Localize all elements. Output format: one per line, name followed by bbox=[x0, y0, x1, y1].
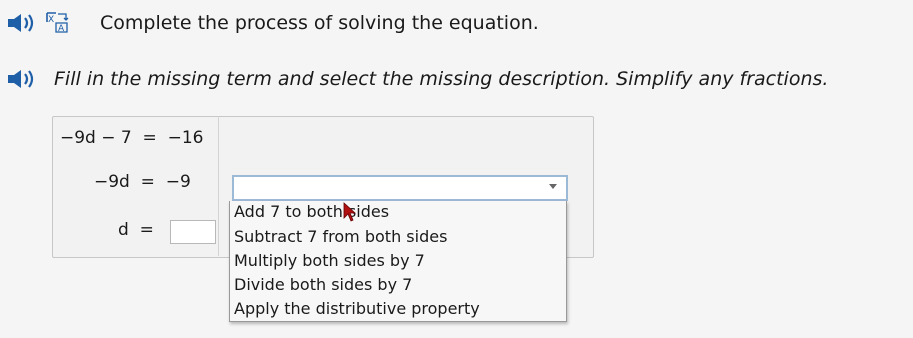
option-divide-7[interactable]: Divide both sides by 7 bbox=[234, 275, 412, 295]
option-multiply-7[interactable]: Multiply both sides by 7 bbox=[234, 251, 425, 271]
eq2-right: −9 bbox=[165, 172, 191, 192]
description-select[interactable] bbox=[232, 175, 568, 201]
speaker-button-1[interactable] bbox=[6, 12, 36, 38]
sub-instruction-text: Fill in the missing term and select the … bbox=[54, 68, 829, 90]
description-dropdown: Add 7 to both sides Subtract 7 from both… bbox=[229, 201, 567, 322]
speaker-button-2[interactable] bbox=[6, 68, 36, 94]
option-add-7[interactable]: Add 7 to both sides bbox=[234, 202, 389, 222]
option-subtract-7[interactable]: Subtract 7 from both sides bbox=[234, 227, 447, 247]
equation-line-3: d = bbox=[118, 220, 154, 240]
translate-icon: X A bbox=[46, 12, 69, 34]
translate-button[interactable]: X A bbox=[44, 11, 70, 37]
equals-sign: = bbox=[137, 128, 163, 148]
mouse-pointer-icon bbox=[343, 202, 357, 222]
speaker-icon bbox=[8, 14, 34, 32]
equals-sign: = bbox=[135, 172, 161, 192]
equals-sign: = bbox=[134, 220, 154, 240]
equation-line-1: −9d − 7 = −16 bbox=[60, 128, 203, 148]
equation-line-2: −9d = −9 bbox=[94, 172, 191, 192]
svg-text:X: X bbox=[48, 15, 54, 25]
panel-divider bbox=[218, 116, 219, 256]
option-distributive[interactable]: Apply the distributive property bbox=[234, 299, 480, 319]
instruction-text: Complete the process of solving the equa… bbox=[100, 12, 539, 34]
eq2-left: −9d bbox=[94, 172, 130, 192]
svg-text:A: A bbox=[58, 24, 65, 33]
chevron-down-icon[interactable] bbox=[549, 184, 557, 189]
eq1-right: −16 bbox=[167, 128, 204, 148]
eq1-left: −9d − 7 bbox=[60, 128, 132, 148]
answer-input[interactable] bbox=[170, 220, 216, 244]
eq3-left: d bbox=[118, 220, 129, 240]
speaker-icon bbox=[8, 70, 34, 88]
